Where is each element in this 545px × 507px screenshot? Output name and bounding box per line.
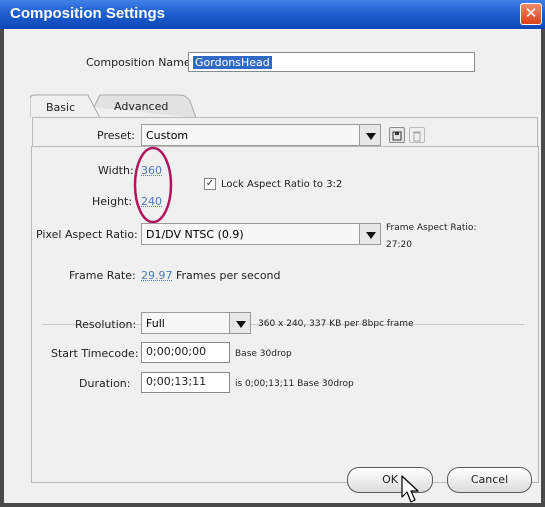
- title-bar: Composition Settings ✕: [0, 0, 545, 29]
- save-preset-glyph: [392, 131, 402, 141]
- composition-name-value: GordonsHead: [193, 56, 272, 69]
- cancel-button[interactable]: Cancel: [447, 467, 532, 493]
- start-timecode-input[interactable]: 0;00;00;00: [141, 342, 230, 363]
- mouse-cursor-icon: [401, 475, 419, 503]
- height-label: Height:: [92, 195, 133, 208]
- composition-name-label: Composition Name:: [86, 56, 195, 69]
- duration-input[interactable]: 0;00;13;11: [141, 372, 230, 393]
- lock-aspect-label: Lock Aspect Ratio to 3:2: [221, 179, 343, 190]
- close-icon: ✕: [524, 4, 538, 22]
- resolution-dropdown[interactable]: Full: [141, 312, 251, 334]
- pixel-aspect-dropdown[interactable]: D1/DV NTSC (0.9): [141, 223, 381, 245]
- duration-label: Duration:: [79, 377, 131, 390]
- tab-advanced[interactable]: Advanced: [114, 100, 168, 113]
- start-timecode-label: Start Timecode:: [51, 347, 139, 360]
- chevron-down-icon: [359, 224, 380, 244]
- start-timecode-info: Base 30drop: [235, 349, 292, 359]
- close-button[interactable]: ✕: [520, 3, 542, 25]
- tab-basic[interactable]: Basic: [46, 101, 75, 114]
- annotation-circle: [133, 146, 173, 224]
- preset-label: Preset:: [97, 129, 136, 142]
- chevron-down-icon: [229, 313, 250, 333]
- pixel-aspect-label: Pixel Aspect Ratio:: [36, 228, 138, 241]
- frame-aspect-label: Frame Aspect Ratio:: [386, 223, 477, 233]
- resolution-value: Full: [146, 317, 165, 330]
- frame-aspect-value: 27:20: [386, 240, 412, 250]
- pixel-aspect-value: D1/DV NTSC (0.9): [146, 228, 244, 241]
- chevron-down-icon: [359, 125, 380, 145]
- save-preset-icon[interactable]: [389, 127, 405, 143]
- delete-preset-icon[interactable]: [409, 127, 425, 143]
- resolution-label: Resolution:: [75, 318, 137, 331]
- frame-rate-value[interactable]: 29.97: [141, 269, 173, 282]
- duration-info: is 0;00;13;11 Base 30drop: [235, 379, 354, 389]
- checkmark-icon: ✓: [205, 178, 215, 189]
- resolution-info: 360 x 240, 337 KB per 8bpc frame: [258, 319, 414, 329]
- composition-name-input[interactable]: GordonsHead: [188, 52, 475, 72]
- lock-aspect-checkbox[interactable]: ✓: [204, 178, 216, 190]
- delete-preset-glyph: [413, 131, 421, 142]
- frame-rate-label: Frame Rate:: [69, 269, 136, 282]
- frame-rate-unit: Frames per second: [176, 269, 281, 282]
- dialog-body: Composition Name: GordonsHead Basic Adva…: [4, 29, 541, 503]
- dialog-title: Composition Settings: [10, 5, 165, 22]
- composition-settings-dialog: Composition Settings ✕ Composition Name:…: [0, 0, 545, 507]
- preset-value: Custom: [146, 129, 189, 142]
